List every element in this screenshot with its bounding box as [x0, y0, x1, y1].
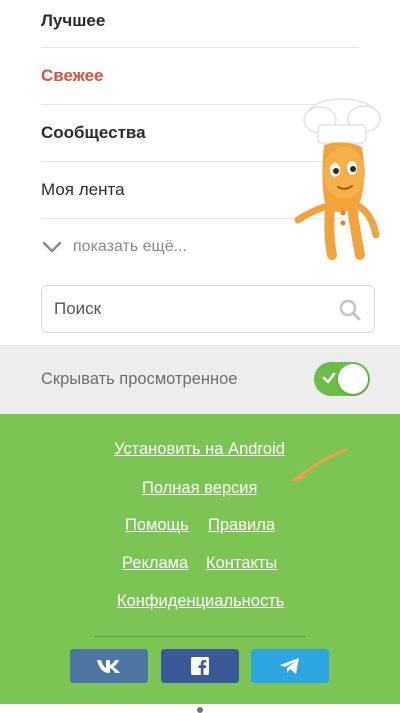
full-version-link[interactable]: Полная версия [142, 479, 257, 498]
contacts-link[interactable]: Контакты [206, 554, 277, 573]
telegram-icon [280, 658, 299, 674]
menu-item-label: Лучшее [41, 10, 106, 30]
bottom-strip [0, 704, 400, 713]
chevron-down-icon [42, 241, 62, 253]
facebook-icon [191, 657, 209, 675]
ads-link[interactable]: Реклама [122, 554, 188, 573]
toggle-knob [338, 364, 368, 394]
search-box[interactable] [41, 285, 375, 333]
side-menu: Лучшее Свежее Сообщества Моя лента показ… [0, 0, 400, 345]
vk-icon [97, 660, 120, 673]
footer: Установить на Android Полная версия Помо… [0, 414, 400, 713]
search-input[interactable] [54, 299, 324, 319]
check-icon [322, 372, 336, 384]
hide-viewed-label: Скрывать просмотренное [41, 370, 238, 388]
help-link[interactable]: Помощь [125, 516, 189, 535]
vk-share-button[interactable] [70, 649, 148, 683]
hide-viewed-toggle[interactable] [314, 362, 370, 396]
bottom-indicator [197, 707, 203, 713]
privacy-link[interactable]: Конфиденциальность [117, 592, 284, 611]
menu-item-label: Сообщества [41, 123, 146, 142]
show-more-label: показать ещё... [73, 238, 187, 255]
install-android-link[interactable]: Установить на Android [114, 440, 285, 459]
telegram-share-button[interactable] [251, 649, 329, 683]
search-icon[interactable] [338, 298, 362, 322]
footer-divider [94, 636, 306, 637]
menu-item-best[interactable]: Лучшее [41, 0, 359, 48]
menu-item-label: Свежее [41, 66, 104, 85]
show-more-button[interactable]: показать ещё... [41, 222, 187, 272]
facebook-share-button[interactable] [161, 649, 239, 683]
menu-item-label: Моя лента [41, 180, 125, 199]
hide-viewed-row: Скрывать просмотренное [0, 345, 400, 414]
mascot-chef-illustration [294, 98, 381, 260]
annotation-arrow [292, 448, 348, 482]
rules-link[interactable]: Правила [208, 516, 275, 535]
